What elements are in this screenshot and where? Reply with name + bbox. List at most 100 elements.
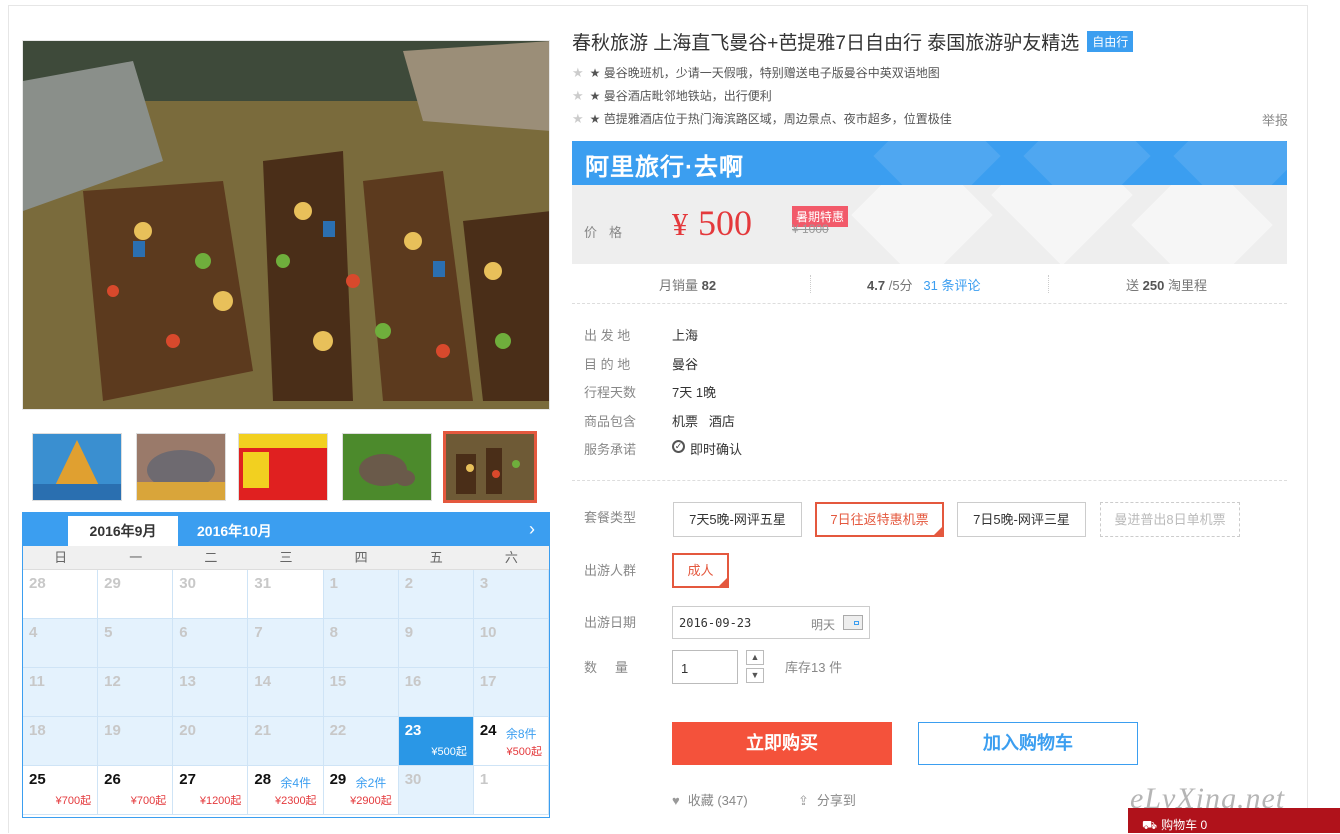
day-price: ¥2300起 [274, 795, 317, 807]
day-number: 30 [404, 771, 422, 788]
weekday-label: 二 [204, 550, 218, 565]
thumbnail-2[interactable] [136, 433, 226, 501]
calendar-day: 19 [98, 717, 174, 766]
day-number: 23 [404, 722, 422, 739]
brand-logo: 阿里旅行·去啊 [585, 154, 744, 181]
day-number: 22 [329, 722, 347, 739]
calendar-grid: 28 29 30 31 1 2 3 4 5 6 7 8 9 10 11 12 13 14 15 16 17 18 19 20 2… [23, 570, 549, 815]
calendar-day-selected[interactable]: 23 ¥500起 [398, 717, 474, 766]
add-to-cart-button[interactable]: 加入购物车 [918, 722, 1138, 765]
calendar-day[interactable]: 28 余4件 ¥2300起 [248, 766, 324, 815]
day-number: 24 [479, 722, 497, 739]
weekday-label: 一 [129, 550, 143, 565]
day-price: ¥1200起 [199, 795, 242, 807]
day-number: 18 [29, 722, 46, 739]
calendar-day: 3 [473, 570, 549, 619]
calendar-day[interactable]: 24 余8件 ¥500起 [473, 717, 549, 766]
weekday-label: 日 [54, 550, 68, 565]
highlight-3: ★ ★ 芭提雅酒店位于热门海滨路区域，周边景点、夜市超多，位置极佳 [572, 111, 952, 126]
day-price: ¥2900起 [350, 795, 392, 807]
calendar-day: 31 [248, 570, 324, 619]
day-number: 4 [29, 624, 38, 641]
check-corner-icon [933, 526, 943, 536]
day-number: 15 [329, 673, 347, 690]
calendar-day: 2 [398, 570, 474, 619]
calendar-header: 2016年9月 2016年10月 › [23, 513, 549, 546]
calendar-day: 5 [98, 619, 174, 668]
tab-september[interactable]: 2016年9月 [68, 516, 178, 546]
calendar-day[interactable]: 25 ¥700起 [23, 766, 99, 815]
share-icon: ⇪ [798, 793, 809, 808]
day-number: 9 [404, 624, 414, 641]
mini-cart[interactable]: ⛟ 购物车 0 [1128, 808, 1340, 833]
day-number: 31 [254, 575, 272, 592]
day-number: 16 [404, 673, 422, 690]
report-link[interactable]: 举报 [1262, 110, 1288, 129]
day-number: 2 [404, 575, 414, 592]
stock-text: 库存13 件 [785, 660, 843, 675]
calendar-icon[interactable] [843, 615, 863, 630]
calendar-day: 11 [23, 668, 99, 717]
chevron-right-icon[interactable]: › [529, 519, 535, 540]
favorite-button[interactable]: ♥ 收藏 (347) [672, 790, 748, 809]
calendar-day: 10 [473, 619, 549, 668]
price-box: 价格 ¥500 暑期特惠 ¥ 1000 [572, 185, 1287, 264]
day-price: ¥700起 [55, 795, 92, 807]
price-label: 价格 [584, 225, 635, 240]
cart-icon: ⛟ [1142, 818, 1158, 832]
star-icon: ★ [572, 88, 584, 103]
calendar-day: 21 [248, 717, 324, 766]
check-circle-icon: ✓ [672, 440, 685, 453]
day-remaining: 余4件 [280, 776, 312, 790]
package-option-4-disabled: 曼进普出8日单机票 [1100, 502, 1240, 537]
calendar-day: 20 [173, 717, 249, 766]
package-option-1[interactable]: 7天5晚-网评五星 [673, 502, 802, 537]
weekday-label: 四 [354, 550, 368, 565]
rating: 4.7 /5分 31 条评论 [867, 278, 981, 293]
thumbnail-4[interactable] [342, 433, 432, 501]
calendar-day[interactable]: 27 ¥1200起 [173, 766, 249, 815]
calendar-day[interactable]: 26 ¥700起 [98, 766, 174, 815]
day-number: 27 [179, 771, 196, 788]
traveler-option-adult[interactable]: 成人 [672, 553, 729, 588]
package-option-2-selected[interactable]: 7日往返特惠机票 [815, 502, 944, 537]
day-number: 20 [179, 722, 196, 739]
original-price: ¥ 1000 [792, 222, 829, 236]
increase-icon[interactable]: ▲ [746, 650, 764, 665]
check-corner-icon [718, 577, 728, 587]
product-title: 春秋旅游 上海直飞曼谷+芭提雅7日自由行 泰国旅游驴友精选 [572, 33, 1080, 54]
share-button[interactable]: ⇪ 分享到 [798, 790, 856, 809]
day-number: 3 [479, 575, 489, 592]
calendar-day: 8 [323, 619, 399, 668]
calendar-day: 9 [398, 619, 474, 668]
day-number: 1 [329, 575, 338, 592]
departure-calendar: 2016年9月 2016年10月 › 日一二三四五六 28 29 30 31 1 2 3 4 5… [22, 512, 550, 818]
decrease-icon[interactable]: ▼ [746, 668, 764, 683]
quantity-input[interactable]: 1 [672, 650, 738, 684]
day-price: ¥500起 [506, 746, 542, 758]
calendar-day: 14 [248, 668, 324, 717]
calendar-day: 17 [473, 668, 549, 717]
tag-badge: 自由行 [1087, 31, 1134, 52]
day-number: 30 [179, 575, 196, 592]
day-number: 26 [104, 771, 121, 788]
buy-now-button[interactable]: 立即购买 [672, 722, 892, 765]
day-number: 25 [29, 771, 46, 788]
day-number: 8 [329, 624, 338, 641]
price-value: ¥500 [672, 203, 752, 243]
day-number: 14 [254, 673, 272, 690]
package-option-3[interactable]: 7日5晚-网评三星 [957, 502, 1086, 537]
date-input[interactable]: 2016-09-23 明天 [672, 606, 870, 639]
day-number: 19 [104, 722, 121, 739]
calendar-day[interactable]: 29 余2件 ¥2900起 [323, 766, 399, 815]
thumbnail-3[interactable] [238, 433, 328, 501]
tab-october[interactable]: 2016年10月 [181, 516, 288, 546]
day-number: 5 [104, 624, 113, 641]
calendar-day: 7 [248, 619, 324, 668]
stats-bar: 月销量 82 4.7 /5分 31 条评论 送 250 淘里程 [572, 270, 1287, 304]
thumbnail-5-selected[interactable] [443, 431, 537, 503]
monthly-sales: 月销量 82 [659, 278, 717, 293]
reviews-link[interactable]: 31 条评论 [923, 278, 980, 293]
weekday-label: 五 [429, 550, 443, 565]
thumbnail-1[interactable] [32, 433, 122, 501]
